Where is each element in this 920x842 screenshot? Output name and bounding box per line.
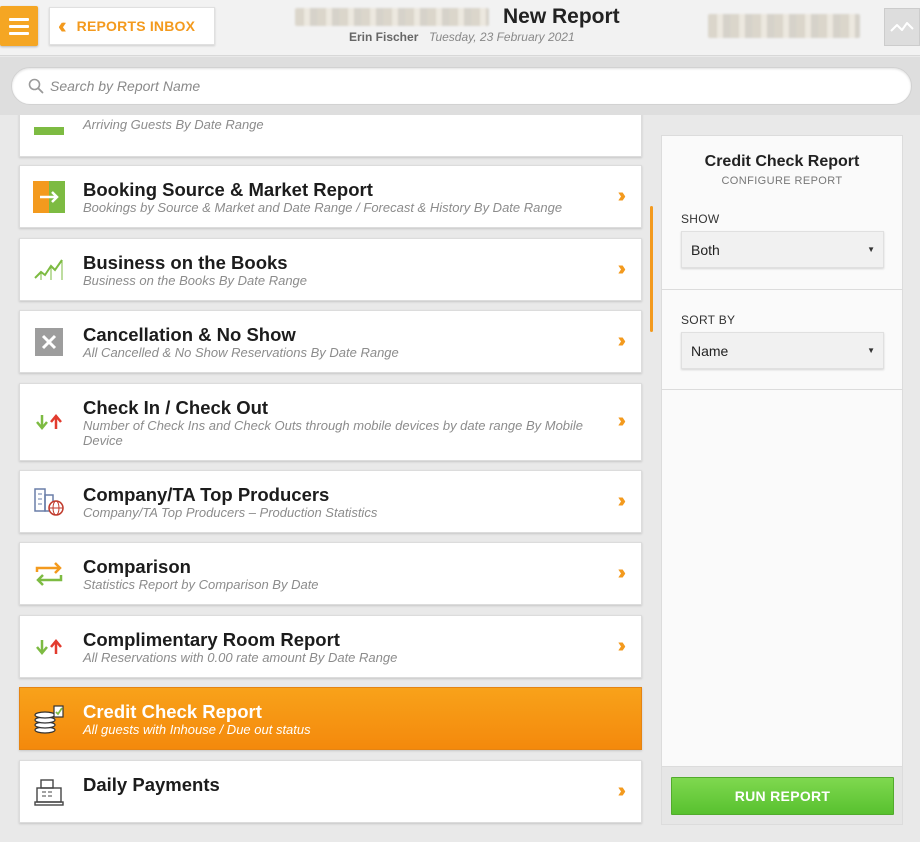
user-name: Erin Fischer xyxy=(349,30,419,44)
report-description: Number of Check Ins and Check Outs throu… xyxy=(83,418,584,448)
sort-by-select[interactable]: Name ▼ xyxy=(681,332,884,369)
panel-subtitle: CONFIGURE REPORT xyxy=(721,175,843,187)
report-row-complimentary-room[interactable]: Complimentary Room Report All Reservatio… xyxy=(19,615,642,678)
activity-icon xyxy=(890,22,914,32)
trend-chart-icon xyxy=(32,253,66,287)
report-title: Complimentary Room Report xyxy=(83,629,340,650)
report-description: All Reservations with 0.00 rate amount B… xyxy=(83,650,398,665)
report-row-comparison[interactable]: Comparison Statistics Report by Comparis… xyxy=(19,542,642,605)
sort-by-label: SORT BY xyxy=(681,313,736,327)
run-report-button[interactable]: RUN REPORT xyxy=(671,777,894,815)
page-title: New Report xyxy=(503,5,620,28)
panel-title: Credit Check Report xyxy=(704,153,860,170)
reports-inbox-button[interactable]: ‹‹ REPORTS INBOX xyxy=(49,7,215,45)
report-description: Statistics Report by Comparison By Date xyxy=(83,577,319,592)
double-chevron-right-icon: ›› xyxy=(617,185,627,207)
coins-icon xyxy=(32,702,66,736)
report-row-booking-source[interactable]: Booking Source & Market Report Bookings … xyxy=(19,165,642,228)
run-report-area: RUN REPORT xyxy=(662,766,902,824)
green-bar-icon xyxy=(32,115,66,145)
report-description: Bookings by Source & Market and Date Ran… xyxy=(83,200,563,215)
double-chevron-left-icon: ‹‹ xyxy=(58,13,66,38)
report-title: Company/TA Top Producers xyxy=(83,484,330,505)
activity-button[interactable] xyxy=(884,8,920,46)
search-input[interactable] xyxy=(50,78,870,94)
search-bar-area xyxy=(0,57,920,115)
report-title: Booking Source & Market Report xyxy=(83,179,373,200)
double-chevron-right-icon: ›› xyxy=(617,635,627,657)
caret-down-icon: ▼ xyxy=(867,245,875,254)
company-globe-icon xyxy=(32,485,66,519)
show-label: SHOW xyxy=(681,212,720,226)
show-select[interactable]: Both ▼ xyxy=(681,231,884,268)
report-description: Business on the Books By Date Range xyxy=(83,273,308,288)
search-icon xyxy=(28,78,44,94)
caret-down-icon: ▼ xyxy=(867,346,875,355)
hamburger-line xyxy=(9,17,29,21)
report-title: Check In / Check Out xyxy=(83,397,269,418)
cancel-x-icon xyxy=(32,325,66,359)
report-title: Business on the Books xyxy=(83,252,288,273)
report-row-check-in-out[interactable]: Check In / Check Out Number of Check Ins… xyxy=(19,383,642,461)
report-title: Credit Check Report xyxy=(83,701,262,722)
report-title: Daily Payments xyxy=(83,774,220,795)
double-chevron-right-icon: ›› xyxy=(617,258,627,280)
show-select-value: Both xyxy=(691,241,720,258)
top-bar: ‹‹ REPORTS INBOX New Report Erin Fischer… xyxy=(0,0,920,56)
up-down-arrows-icon xyxy=(32,405,66,439)
report-row-arriving-guests[interactable]: Arriving Guests By Date Range xyxy=(19,115,642,157)
report-description: All guests with Inhouse / Due out status xyxy=(83,722,311,737)
report-list[interactable]: Arriving Guests By Date Range Booking So… xyxy=(0,115,650,842)
divider xyxy=(662,289,902,290)
report-description: Arriving Guests By Date Range xyxy=(83,117,264,132)
configure-report-panel: Credit Check Report CONFIGURE REPORT SHO… xyxy=(661,135,903,825)
menu-button[interactable] xyxy=(0,6,38,46)
double-chevron-right-icon: ›› xyxy=(617,490,627,512)
blurred-property-name xyxy=(295,8,489,26)
double-chevron-right-icon: ›› xyxy=(617,780,627,802)
report-title: Cancellation & No Show xyxy=(83,324,296,345)
search-box[interactable] xyxy=(11,67,912,105)
double-chevron-right-icon: ›› xyxy=(617,410,627,432)
compare-arrows-icon xyxy=(32,557,66,591)
report-row-cancellation[interactable]: Cancellation & No Show All Cancelled & N… xyxy=(19,310,642,373)
report-row-credit-check[interactable]: Credit Check Report All guests with Inho… xyxy=(19,687,642,750)
list-scrollbar[interactable] xyxy=(650,206,653,332)
current-date: Tuesday, 23 February 2021 xyxy=(429,30,575,44)
report-row-daily-payments[interactable]: Daily Payments ›› xyxy=(19,760,642,823)
double-chevron-right-icon: ›› xyxy=(617,330,627,352)
double-chevron-right-icon: ›› xyxy=(617,562,627,584)
cash-register-icon xyxy=(32,775,66,809)
divider xyxy=(662,389,902,390)
report-row-business-on-books[interactable]: Business on the Books Business on the Bo… xyxy=(19,238,642,301)
blurred-header-info xyxy=(708,14,860,38)
reports-inbox-label: REPORTS INBOX xyxy=(76,18,196,34)
sort-by-select-value: Name xyxy=(691,342,729,359)
hamburger-line xyxy=(9,24,29,28)
hamburger-line xyxy=(9,31,29,35)
report-title: Comparison xyxy=(83,556,191,577)
booking-source-icon xyxy=(32,180,66,214)
report-description: All Cancelled & No Show Reservations By … xyxy=(83,345,399,360)
report-description: Company/TA Top Producers – Production St… xyxy=(83,505,378,520)
report-row-company-ta[interactable]: Company/TA Top Producers Company/TA Top … xyxy=(19,470,642,533)
up-down-arrows-icon xyxy=(32,630,66,664)
